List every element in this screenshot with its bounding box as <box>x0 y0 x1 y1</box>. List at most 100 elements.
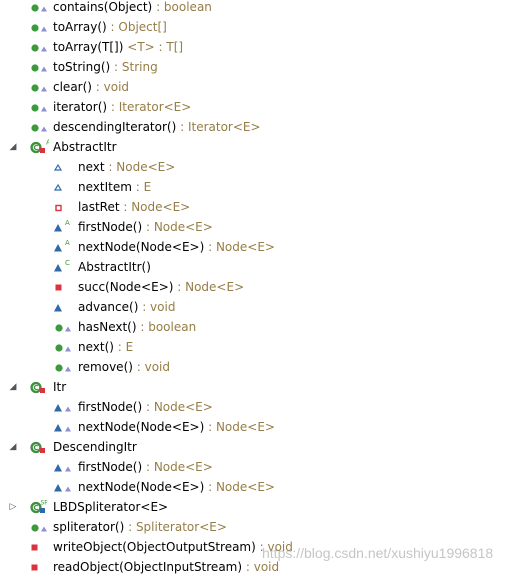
svg-text:C: C <box>65 259 70 267</box>
member-label: firstNode() : Node<E> <box>78 400 213 414</box>
tree-item-contains[interactable]: contains(Object) : boolean <box>0 0 513 17</box>
member-label: advance() : void <box>78 300 176 314</box>
member-label: firstNode() : Node<E> <box>78 460 213 474</box>
member-label: next : Node<E> <box>78 160 176 174</box>
tree-item-writeobject[interactable]: writeObject(ObjectOutputStream) : void <box>0 537 513 557</box>
tree-item-toarray[interactable]: toArray() : Object[] <box>0 17 513 37</box>
tree-item-spliterator[interactable]: spliterator() : Spliterator<E> <box>0 517 513 537</box>
default-field-icon <box>53 179 73 195</box>
member-label: nextNode(Node<E>) : Node<E> <box>78 240 275 254</box>
svg-text:C: C <box>33 144 38 152</box>
member-label: iterator() : Iterator<E> <box>53 100 192 114</box>
member-label: Itr <box>53 380 67 394</box>
member-label: contains(Object) : boolean <box>53 0 212 14</box>
svg-text:C: C <box>33 384 38 392</box>
expand-toggle-icon[interactable]: ◢ <box>8 137 18 157</box>
default-method-override-icon <box>53 399 73 415</box>
abstract-class-icon: CA <box>29 139 49 155</box>
svg-text:A: A <box>65 239 70 247</box>
default-method-override-icon <box>53 419 73 435</box>
svg-text:C: C <box>33 444 38 452</box>
tree-item-toarray-generic[interactable]: toArray(T[]) <T> : T[] <box>0 37 513 57</box>
member-label: spliterator() : Spliterator<E> <box>53 520 227 534</box>
collapse-toggle-icon[interactable]: ▷ <box>8 497 18 517</box>
private-method-icon <box>53 279 73 295</box>
public-method-override-icon <box>29 119 49 135</box>
outline-tree: contains(Object) : boolean toArray() : O… <box>0 0 513 577</box>
abstract-method-icon: A <box>53 239 73 255</box>
member-label: DescendingItr <box>53 440 137 454</box>
tree-item-descendingitr[interactable]: ◢ C DescendingItr <box>0 437 513 457</box>
default-field-icon <box>53 159 73 175</box>
tree-item-field-lastret[interactable]: lastRet : Node<E> <box>0 197 513 217</box>
tree-item-remove[interactable]: remove() : void <box>0 357 513 377</box>
tree-item-readobject[interactable]: readObject(ObjectInputStream) : void <box>0 557 513 577</box>
default-method-icon <box>53 299 73 315</box>
tree-item-clear[interactable]: clear() : void <box>0 77 513 97</box>
tree-item-iterator[interactable]: iterator() : Iterator<E> <box>0 97 513 117</box>
member-label: AbstractItr <box>53 140 117 154</box>
member-label: clear() : void <box>53 80 130 94</box>
expand-toggle-icon[interactable]: ◢ <box>8 377 18 397</box>
tree-item-itr[interactable]: ◢ C Itr <box>0 377 513 397</box>
class-icon: C <box>29 379 49 395</box>
member-label: nextNode(Node<E>) : Node<E> <box>78 420 275 434</box>
tree-item-descitr-firstnode[interactable]: firstNode() : Node<E> <box>0 457 513 477</box>
abstract-method-icon: A <box>53 219 73 235</box>
default-method-override-icon <box>53 479 73 495</box>
member-label: writeObject(ObjectOutputStream) : void <box>53 540 293 554</box>
member-label: nextItem : E <box>78 180 152 194</box>
public-method-override-icon <box>29 0 49 15</box>
public-method-override-icon <box>29 59 49 75</box>
svg-text:A: A <box>65 219 70 227</box>
constructor-icon: C <box>53 259 73 275</box>
public-method-override-icon <box>53 339 73 355</box>
tree-item-firstnode-abstract[interactable]: A firstNode() : Node<E> <box>0 217 513 237</box>
tree-item-itr-nextnode[interactable]: nextNode(Node<E>) : Node<E> <box>0 417 513 437</box>
public-method-override-icon <box>53 319 73 335</box>
tree-item-lbdspliterator[interactable]: ▷ C SF LBDSpliterator<E> <box>0 497 513 517</box>
public-method-override-icon <box>29 39 49 55</box>
tree-item-abstractitr[interactable]: ◢ CA AbstractItr <box>0 137 513 157</box>
member-label: readObject(ObjectInputStream) : void <box>53 560 280 574</box>
tree-item-tostring[interactable]: toString() : String <box>0 57 513 77</box>
member-label: firstNode() : Node<E> <box>78 220 213 234</box>
private-field-icon <box>53 199 73 215</box>
tree-item-constructor-abstractitr[interactable]: C AbstractItr() <box>0 257 513 277</box>
class-icon: C <box>29 439 49 455</box>
tree-item-field-next[interactable]: next : Node<E> <box>0 157 513 177</box>
tree-item-nextnode-abstract[interactable]: A nextNode(Node<E>) : Node<E> <box>0 237 513 257</box>
member-label: hasNext() : boolean <box>78 320 197 334</box>
tree-item-hasnext[interactable]: hasNext() : boolean <box>0 317 513 337</box>
member-label: LBDSpliterator<E> <box>53 500 169 514</box>
default-method-override-icon <box>53 459 73 475</box>
public-method-override-icon <box>29 79 49 95</box>
private-method-icon <box>29 539 49 555</box>
tree-item-itr-firstnode[interactable]: firstNode() : Node<E> <box>0 397 513 417</box>
member-label: succ(Node<E>) : Node<E> <box>78 280 245 294</box>
svg-text:C: C <box>33 504 38 512</box>
member-label: AbstractItr() <box>78 260 151 274</box>
public-method-override-icon <box>29 99 49 115</box>
tree-item-next-method[interactable]: next() : E <box>0 337 513 357</box>
public-method-override-icon <box>29 519 49 535</box>
expand-toggle-icon[interactable]: ◢ <box>8 437 18 457</box>
public-method-override-icon <box>29 19 49 35</box>
svg-text:A: A <box>46 139 49 147</box>
member-label: lastRet : Node<E> <box>78 200 191 214</box>
tree-item-advance[interactable]: advance() : void <box>0 297 513 317</box>
svg-text:SF: SF <box>41 500 49 507</box>
member-label: toString() : String <box>53 60 158 74</box>
tree-item-descitr-nextnode[interactable]: nextNode(Node<E>) : Node<E> <box>0 477 513 497</box>
member-label: remove() : void <box>78 360 171 374</box>
static-final-class-icon: C SF <box>29 499 49 515</box>
member-label: next() : E <box>78 340 134 354</box>
tree-item-descendingiterator[interactable]: descendingIterator() : Iterator<E> <box>0 117 513 137</box>
member-label: descendingIterator() : Iterator<E> <box>53 120 261 134</box>
tree-item-field-nextitem[interactable]: nextItem : E <box>0 177 513 197</box>
member-label: toArray(T[]) <T> : T[] <box>53 40 184 54</box>
tree-item-succ[interactable]: succ(Node<E>) : Node<E> <box>0 277 513 297</box>
public-method-override-icon <box>53 359 73 375</box>
member-label: toArray() : Object[] <box>53 20 167 34</box>
member-label: nextNode(Node<E>) : Node<E> <box>78 480 275 494</box>
